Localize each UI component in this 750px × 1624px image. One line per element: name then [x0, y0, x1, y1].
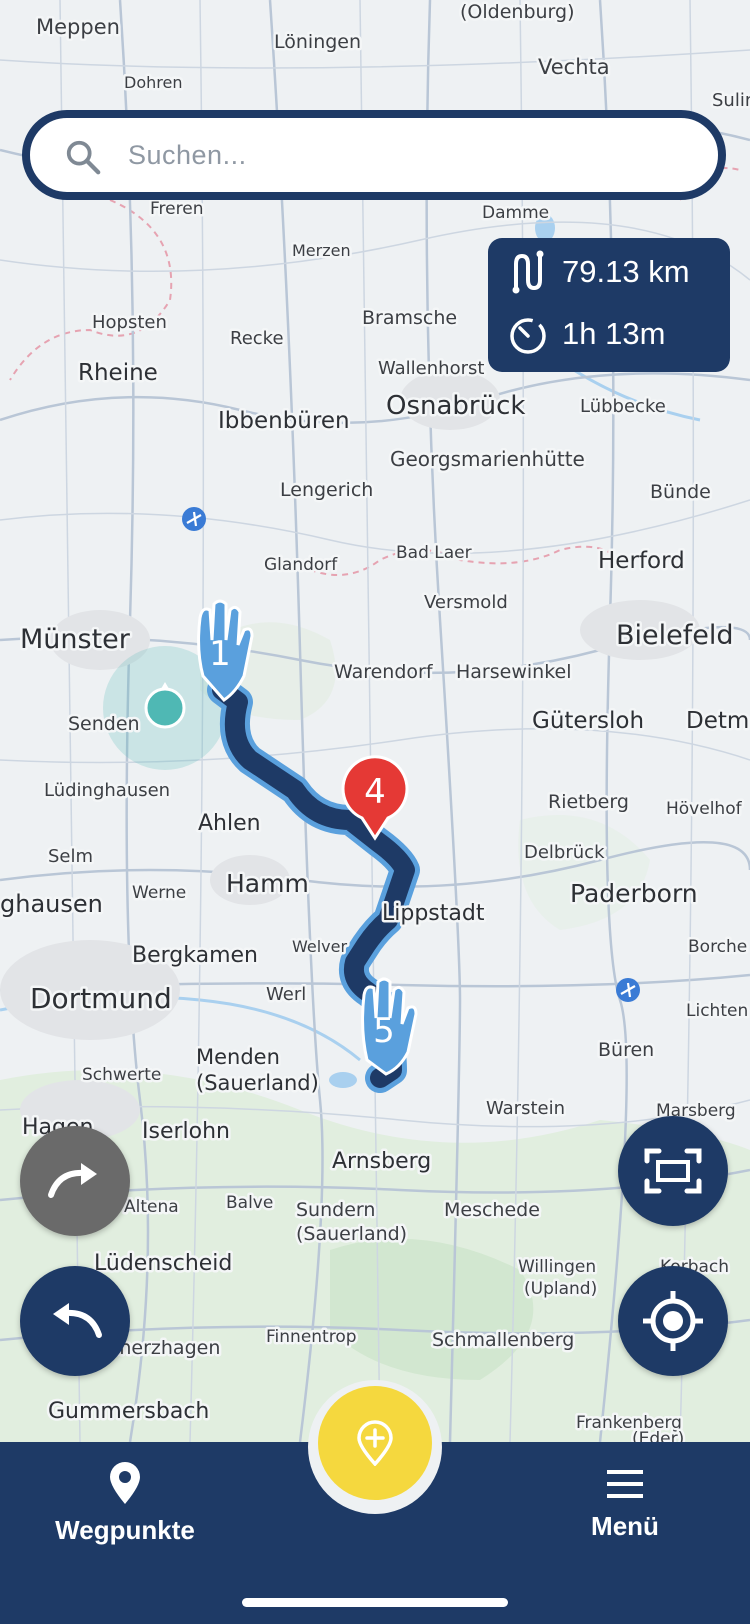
map-label: Merzen [292, 241, 351, 260]
map-label: Dortmund [30, 982, 172, 1015]
map-label: Gütersloh [532, 708, 644, 734]
map-label: Detmo [686, 708, 750, 734]
map-label: Hamm [226, 869, 309, 898]
timer-icon [510, 318, 546, 354]
map-label: (Sauerland) [196, 1071, 319, 1095]
map-label: Menden [196, 1045, 280, 1069]
map-label: Damme [482, 203, 549, 223]
nav-menu-label: Menü [591, 1511, 659, 1541]
map-label: Münster [20, 624, 131, 655]
redo-button[interactable] [20, 1126, 130, 1236]
map-label: Finnentrop [266, 1327, 357, 1347]
map-label: Ahlen [198, 811, 261, 836]
map-label: Büren [598, 1039, 654, 1061]
map-view[interactable]: Meppen (Oldenburg) Löningen Vechta Dohre… [0, 0, 750, 1442]
map-label: Ibbenbüren [218, 408, 350, 434]
map-label: Paderborn [570, 879, 698, 908]
search-bar[interactable]: Suchen... [22, 110, 726, 200]
route-duration: 1h 13m [562, 316, 666, 351]
nav-waypoints[interactable]: Wegpunkte [36, 1462, 214, 1546]
map-label: Senden [68, 713, 140, 735]
map-label: Altena [124, 1197, 179, 1217]
route-distance-icon [512, 250, 544, 294]
map-label: Selm [48, 846, 93, 867]
map-label: Sulin [712, 90, 750, 111]
map-label: Recke [230, 328, 284, 349]
map-label: Borche [688, 937, 747, 957]
waypoint-end-label: 5 [373, 1011, 395, 1051]
nav-waypoints-label: Wegpunkte [55, 1515, 195, 1545]
map-label: Herford [598, 548, 685, 574]
map-label: Lüdinghausen [44, 780, 170, 801]
map-label: Glandorf [264, 555, 338, 575]
map-label: Delbrück [524, 842, 605, 863]
undo-button[interactable] [20, 1266, 130, 1376]
locate-me-button[interactable] [618, 1266, 728, 1376]
map-label: Balve [226, 1193, 273, 1213]
map-label: Schmallenberg [432, 1329, 574, 1351]
map-label: Lüdenscheid [94, 1251, 232, 1276]
map-label: Meppen [36, 15, 120, 39]
add-waypoint-button[interactable] [318, 1386, 432, 1500]
map-label: Versmold [424, 592, 508, 613]
map-label: Meschede [444, 1199, 540, 1221]
map-label: Arnsberg [332, 1149, 431, 1174]
redo-icon [48, 1163, 97, 1198]
map-label: Bramsche [362, 307, 457, 329]
map-label: (Eder) [632, 1429, 684, 1442]
map-label: Bergkamen [132, 943, 258, 968]
map-label: Gummersbach [48, 1399, 209, 1424]
map-label: Georgsmarienhütte [390, 447, 585, 471]
map-label: Warendorf [334, 661, 434, 683]
map-label: Hopsten [92, 312, 167, 333]
map-label: Bielefeld [616, 620, 734, 651]
undo-icon [53, 1303, 102, 1338]
fit-route-button[interactable] [618, 1116, 728, 1226]
waypoint-start-label: 1 [209, 634, 231, 674]
home-indicator [242, 1598, 508, 1607]
map-label: Willingen [518, 1257, 596, 1277]
map-label: Bünde [650, 481, 711, 503]
map-label: Schwerte [82, 1065, 161, 1085]
map-label: Rietberg [548, 791, 629, 813]
search-icon [66, 140, 101, 175]
map-label: Vechta [538, 55, 610, 79]
crosshair-icon [643, 1291, 703, 1351]
map-label: Harsewinkel [456, 661, 571, 683]
map-label: Osnabrück [386, 391, 525, 421]
map-label: Dohren [124, 73, 182, 92]
map-label: (Upland) [524, 1279, 597, 1299]
route-distance: 79.13 km [562, 254, 690, 289]
add-location-icon [357, 1420, 393, 1466]
map-label: Lippstadt [382, 901, 485, 926]
map-label: (Oldenburg) [460, 1, 575, 23]
map-label: Löningen [274, 31, 361, 53]
location-pin-icon [110, 1462, 140, 1504]
map-label: Lübbecke [580, 396, 666, 417]
search-input[interactable]: Suchen... [128, 140, 247, 171]
map-label: Lengerich [280, 479, 373, 501]
map-label: Iserlohn [142, 1119, 230, 1144]
map-label: Werl [266, 984, 306, 1005]
map-label: Werne [132, 883, 186, 903]
map-label: Freren [150, 199, 203, 219]
map-label: ghausen [0, 890, 103, 918]
map-label: Warstein [486, 1098, 565, 1119]
waypoint-via-label: 4 [364, 772, 386, 812]
airport-icon [616, 978, 640, 1002]
map-label: Lichten [686, 1001, 748, 1021]
hamburger-menu-icon [607, 1470, 643, 1498]
fit-bounds-icon [644, 1148, 702, 1194]
map-label: (Sauerland) [296, 1223, 407, 1245]
map-label: Wallenhorst [378, 358, 484, 379]
map-label: Rheine [78, 360, 158, 386]
map-label: Bad Laer [396, 543, 472, 563]
map-label: Hövelhof [666, 799, 743, 819]
map-label: Sundern [296, 1199, 375, 1221]
map-label: Welver [292, 937, 347, 956]
route-stats-panel: 79.13 km 1h 13m [488, 238, 730, 372]
airport-icon [182, 507, 206, 531]
nav-menu[interactable]: Menü [560, 1466, 690, 1542]
